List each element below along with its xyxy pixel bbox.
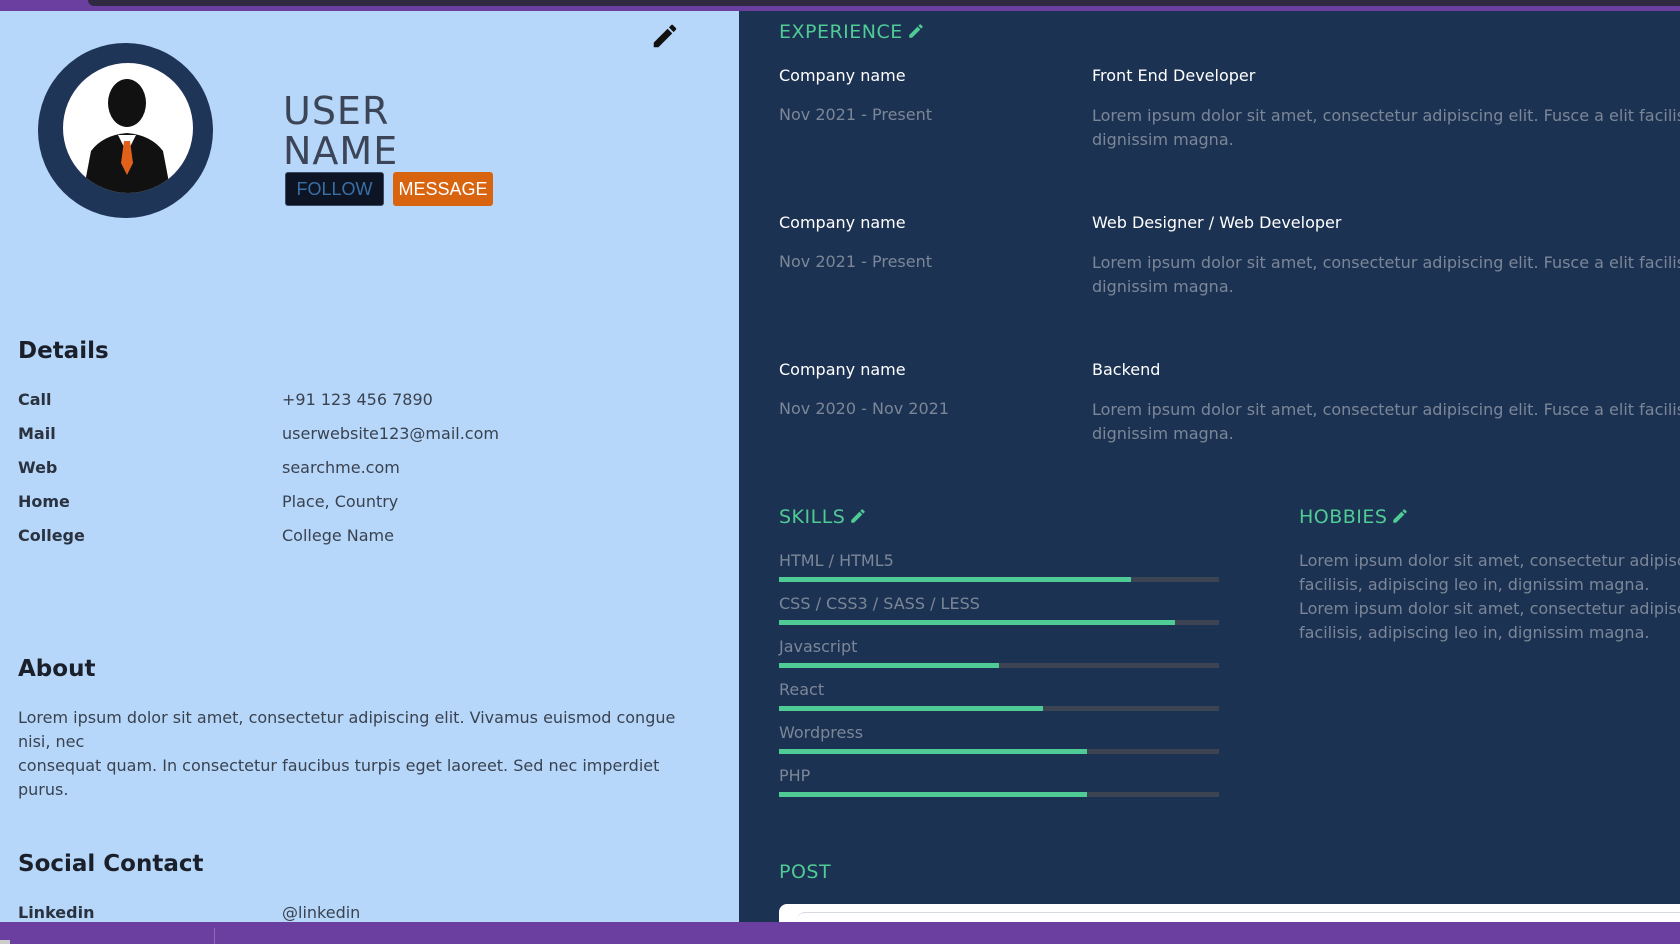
about-text-line: Lorem ipsum dolor sit amet, consectetur … xyxy=(18,708,676,751)
details-title: Details xyxy=(18,338,109,364)
skill-bar-track xyxy=(779,577,1219,582)
experience-description-line: dignissim magna. xyxy=(1092,424,1234,443)
skill-bar-track xyxy=(779,663,1219,668)
user-silhouette-icon xyxy=(63,63,193,193)
skill-bar-fill xyxy=(779,663,999,668)
skill-bar-track xyxy=(779,706,1219,711)
detail-row-web: Web searchme.com xyxy=(18,458,718,482)
skill-item: HTML / HTML5 xyxy=(779,551,1219,591)
skills-title: SKILLS xyxy=(779,506,846,528)
experience-description: Lorem ipsum dolor sit amet, consectetur … xyxy=(1092,104,1680,152)
detail-label: College xyxy=(18,526,85,545)
about-text: Lorem ipsum dolor sit amet, consectetur … xyxy=(18,706,698,802)
skill-item: CSS / CSS3 / SASS / LESS xyxy=(779,594,1219,634)
user-name-line2: NAME xyxy=(283,129,399,173)
detail-value: searchme.com xyxy=(282,458,400,477)
experience-company: Company name xyxy=(779,213,906,232)
top-window-bar xyxy=(0,0,1680,11)
hobbies-text-line: Lorem ipsum dolor sit amet, consectetur … xyxy=(1299,551,1680,570)
bottom-taskbar xyxy=(0,922,1680,944)
skill-bar-track xyxy=(779,620,1219,625)
hobbies-text-line: facilisis, adipiscing leo in, dignissim … xyxy=(1299,575,1650,594)
detail-row-call: Call +91 123 456 7890 xyxy=(18,390,718,414)
skill-name: React xyxy=(779,680,825,699)
edit-skills-pencil-icon[interactable] xyxy=(849,507,867,525)
detail-label: Home xyxy=(18,492,70,511)
detail-value: userwebsite123@mail.com xyxy=(282,424,499,443)
user-name-line1: USER xyxy=(283,89,390,133)
detail-value: Place, Country xyxy=(282,492,399,511)
experience-date: Nov 2021 - Present xyxy=(779,105,933,124)
experience-title: EXPERIENCE xyxy=(779,21,903,43)
skill-bar-fill xyxy=(779,749,1087,754)
post-title: POST xyxy=(779,861,832,883)
skill-bar-fill xyxy=(779,792,1087,797)
experience-role: Front End Developer xyxy=(1092,66,1256,85)
skill-bar-fill xyxy=(779,620,1175,625)
about-text-line: consequat quam. In consectetur faucibus … xyxy=(18,756,660,799)
post-card[interactable] xyxy=(779,904,1680,922)
experience-date: Nov 2021 - Present xyxy=(779,252,933,271)
edit-profile-pencil-icon[interactable] xyxy=(650,21,680,51)
experience-role: Backend xyxy=(1092,360,1161,379)
detail-row-college: College College Name xyxy=(18,526,718,550)
experience-description-line: Lorem ipsum dolor sit amet, consectetur … xyxy=(1092,400,1680,419)
hobbies-text: Lorem ipsum dolor sit amet, consectetur … xyxy=(1299,549,1680,645)
top-window-bar-inner xyxy=(88,0,1680,6)
experience-company: Company name xyxy=(779,66,906,85)
skill-bar-track xyxy=(779,792,1219,797)
social-label: Linkedin xyxy=(18,903,95,922)
about-title: About xyxy=(18,656,96,682)
detail-value: College Name xyxy=(282,526,394,545)
skill-name: Wordpress xyxy=(779,723,864,742)
skill-item: React xyxy=(779,680,1219,720)
social-contact-title: Social Contact xyxy=(18,851,204,877)
skill-name: HTML / HTML5 xyxy=(779,551,894,570)
skill-name: CSS / CSS3 / SASS / LESS xyxy=(779,594,980,613)
skill-bar-track xyxy=(779,749,1219,754)
detail-value: +91 123 456 7890 xyxy=(282,390,433,409)
taskbar-start-marker xyxy=(0,940,10,944)
experience-description-line: Lorem ipsum dolor sit amet, consectetur … xyxy=(1092,106,1680,125)
profile-main: EXPERIENCE Company name Front End Develo… xyxy=(739,11,1680,922)
skill-name: PHP xyxy=(779,766,811,785)
detail-label: Web xyxy=(18,458,58,477)
post-heading: POST xyxy=(779,861,831,883)
experience-date: Nov 2020 - Nov 2021 xyxy=(779,399,950,418)
social-link[interactable]: @linkedin xyxy=(282,903,360,922)
experience-description-line: dignissim magna. xyxy=(1092,277,1234,296)
skill-item: Wordpress xyxy=(779,723,1219,763)
profile-sidebar: USER NAME FOLLOW MESSAGE Details Call +9… xyxy=(0,11,739,922)
skill-name: Javascript xyxy=(779,637,858,656)
skill-bar-fill xyxy=(779,577,1131,582)
taskbar-separator xyxy=(214,928,215,944)
follow-button[interactable]: FOLLOW xyxy=(285,172,384,206)
experience-role: Web Designer / Web Developer xyxy=(1092,213,1342,232)
detail-label: Mail xyxy=(18,424,56,443)
message-button[interactable]: MESSAGE xyxy=(393,172,493,206)
avatar xyxy=(38,43,213,218)
skill-item: PHP xyxy=(779,766,1219,806)
hobbies-heading: HOBBIES xyxy=(1299,506,1409,528)
experience-company: Company name xyxy=(779,360,906,379)
detail-row-mail: Mail userwebsite123@mail.com xyxy=(18,424,718,448)
experience-description: Lorem ipsum dolor sit amet, consectetur … xyxy=(1092,251,1680,299)
skill-item: Javascript xyxy=(779,637,1219,677)
experience-heading: EXPERIENCE xyxy=(779,21,925,43)
skill-bar-fill xyxy=(779,706,1043,711)
hobbies-title: HOBBIES xyxy=(1299,506,1388,528)
detail-label: Call xyxy=(18,390,52,409)
experience-description: Lorem ipsum dolor sit amet, consectetur … xyxy=(1092,398,1680,446)
social-row-linkedin: Linkedin @linkedin xyxy=(18,903,718,922)
edit-hobbies-pencil-icon[interactable] xyxy=(1391,507,1409,525)
hobbies-text-line: facilisis, adipiscing leo in, dignissim … xyxy=(1299,623,1650,642)
hobbies-text-line: Lorem ipsum dolor sit amet, consectetur … xyxy=(1299,599,1680,618)
user-name-heading: USER NAME xyxy=(283,91,398,171)
edit-experience-pencil-icon[interactable] xyxy=(907,22,925,40)
detail-row-home: Home Place, Country xyxy=(18,492,718,516)
experience-description-line: dignissim magna. xyxy=(1092,130,1234,149)
experience-description-line: Lorem ipsum dolor sit amet, consectetur … xyxy=(1092,253,1680,272)
skills-heading: SKILLS xyxy=(779,506,867,528)
post-card-inner xyxy=(797,912,1680,922)
